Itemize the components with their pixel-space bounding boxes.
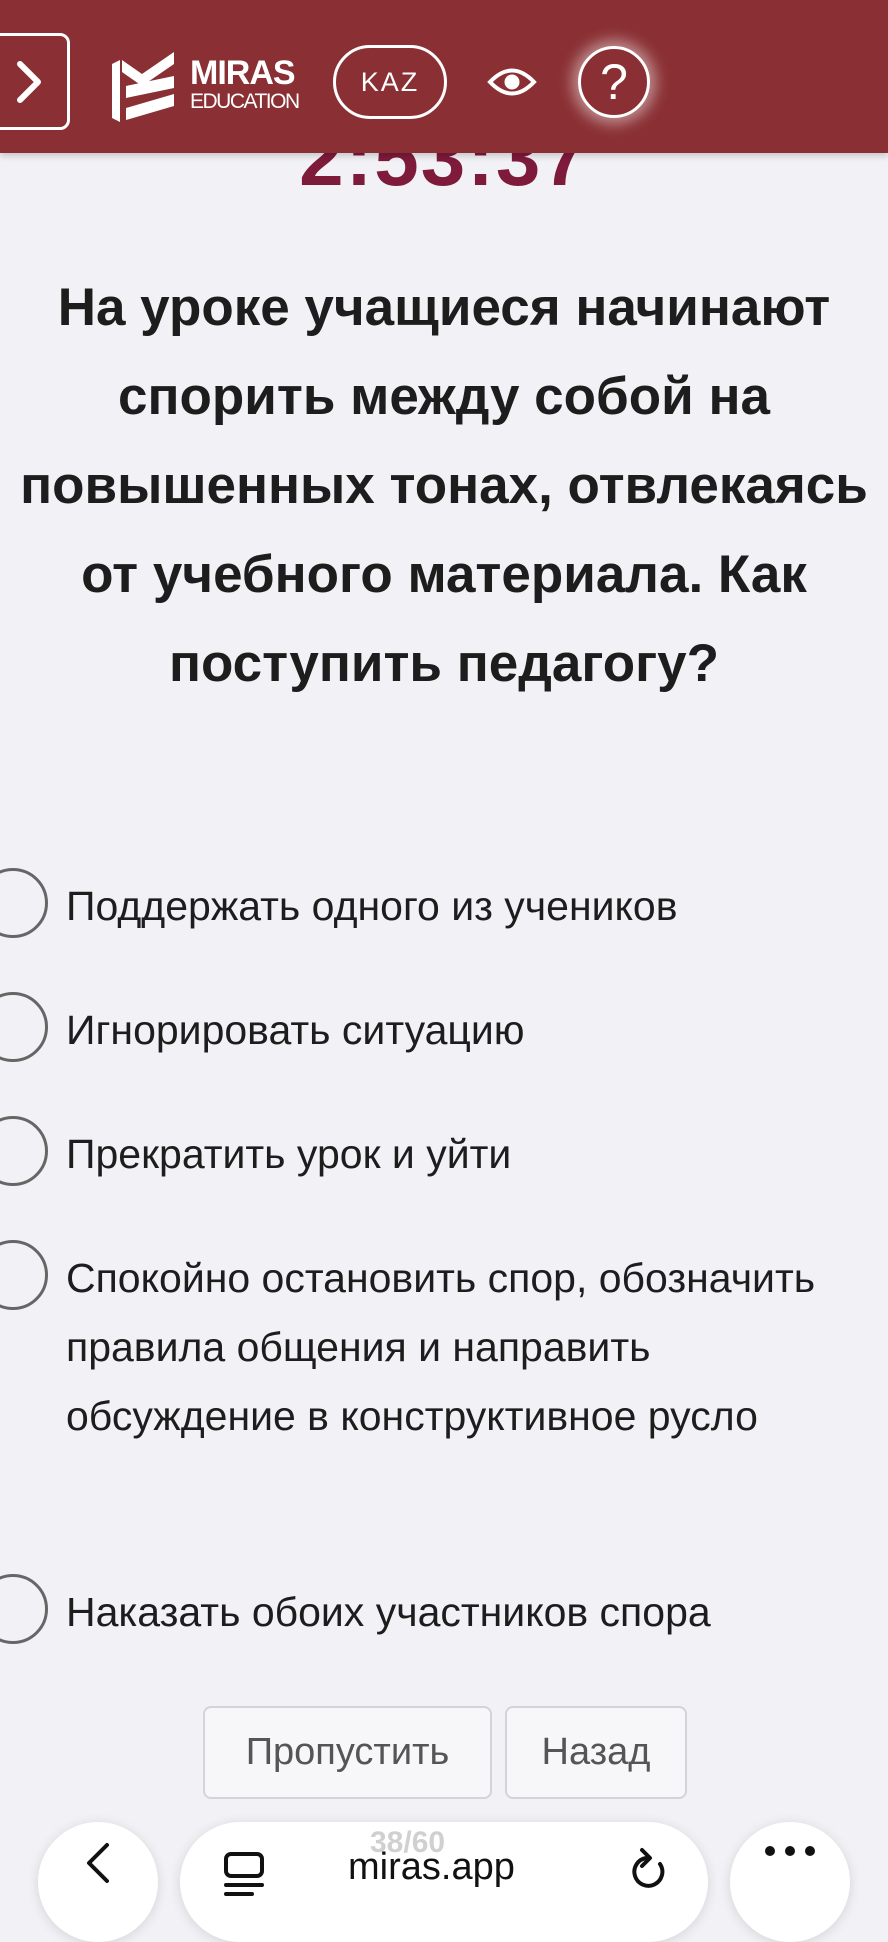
answer-option-3[interactable]: Прекратить урок и уйти xyxy=(0,1110,888,1234)
answer-label: Поддержать одного из учеников xyxy=(66,883,678,929)
eye-icon xyxy=(487,68,537,96)
page-menu-icon xyxy=(224,1852,264,1896)
browser-back-button[interactable] xyxy=(38,1822,158,1942)
answer-option-4[interactable]: Спокойно остановить спор, обозначить пра… xyxy=(0,1234,888,1568)
help-button[interactable]: ? xyxy=(578,46,650,118)
more-dots-icon xyxy=(765,1846,815,1856)
sidebar-toggle-button[interactable] xyxy=(0,33,70,130)
miras-logo-icon xyxy=(112,52,174,122)
miras-logo[interactable]: MIRAS EDUCATION xyxy=(112,46,300,122)
radio-button[interactable] xyxy=(0,992,48,1062)
answer-list: Поддержать одного из учеников Игнорирова… xyxy=(0,862,888,1692)
address-bar[interactable]: 38/60 miras.app xyxy=(180,1822,708,1942)
logo-subtitle: EDUCATION xyxy=(190,90,300,113)
chevron-left-icon xyxy=(87,1843,109,1883)
answer-option-1[interactable]: Поддержать одного из учеников xyxy=(0,862,888,986)
logo-title: MIRAS xyxy=(190,54,296,92)
skip-button[interactable]: Пропустить xyxy=(203,1706,492,1799)
chevron-right-icon xyxy=(17,60,41,103)
answer-label: Спокойно остановить спор, обозначить пра… xyxy=(66,1255,816,1439)
radio-button[interactable] xyxy=(0,1116,48,1186)
radio-button[interactable] xyxy=(0,868,48,938)
answer-label: Прекратить урок и уйти xyxy=(66,1131,512,1177)
reload-icon[interactable] xyxy=(626,1846,670,1896)
more-options-button[interactable] xyxy=(730,1822,850,1942)
radio-button[interactable] xyxy=(0,1574,48,1644)
answer-option-2[interactable]: Игнорировать ситуацию xyxy=(0,986,888,1110)
radio-button[interactable] xyxy=(0,1240,48,1310)
answer-label: Наказать обоих участников спора xyxy=(66,1589,711,1635)
url-text: miras.app xyxy=(348,1846,515,1888)
top-header: MIRAS EDUCATION KAZ ? xyxy=(0,0,888,153)
accessibility-button[interactable] xyxy=(486,58,538,106)
question-text: На уроке учащиеся начинают спорить между… xyxy=(20,278,868,693)
language-button[interactable]: KAZ xyxy=(333,45,447,119)
answer-option-5[interactable]: Наказать обоих участников спора xyxy=(0,1568,888,1692)
answer-label: Игнорировать ситуацию xyxy=(66,1007,525,1053)
back-button[interactable]: Назад xyxy=(505,1706,687,1799)
